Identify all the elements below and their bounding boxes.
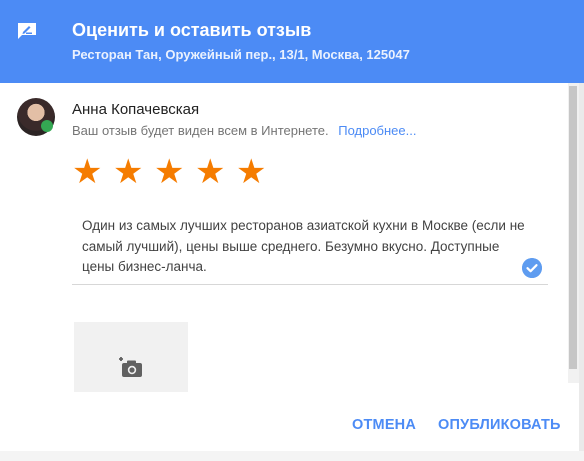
avatar-status-badge [41,120,53,132]
cancel-button[interactable]: ОТМЕНА [352,417,416,433]
star-rating: ★ ★ ★ ★ ★ [72,155,277,189]
publish-button[interactable]: ОПУБЛИКОВАТЬ [438,417,561,433]
dialog-header: Оценить и оставить отзыв Ресторан Тан, О… [0,0,584,83]
review-field-underline [72,284,548,285]
more-info-link[interactable]: Подробнее... [338,123,416,138]
visibility-note-text: Ваш отзыв будет виден всем в Интернете. [72,123,329,138]
place-address: Ресторан Тан, Оружейный пер., 13/1, Моск… [72,47,410,62]
add-photo-button[interactable] [74,322,188,392]
star-4[interactable]: ★ [195,155,236,189]
dialog-title: Оценить и оставить отзыв [72,20,312,40]
visibility-note: Ваш отзыв будет виден всем в Интернете. … [72,123,416,138]
user-name: Анна Копачевская [72,101,200,118]
check-icon [522,258,542,278]
background-strip [0,451,584,461]
star-3[interactable]: ★ [154,155,195,189]
add-photo-icon [119,357,142,377]
scrollbar-thumb[interactable] [569,86,577,369]
star-1[interactable]: ★ [72,155,113,189]
star-2[interactable]: ★ [113,155,154,189]
review-textarea[interactable]: Один из самых лучших ресторанов азиатско… [82,216,532,278]
star-5[interactable]: ★ [236,155,277,189]
edit-review-icon [18,23,36,39]
page-edge [579,83,584,461]
